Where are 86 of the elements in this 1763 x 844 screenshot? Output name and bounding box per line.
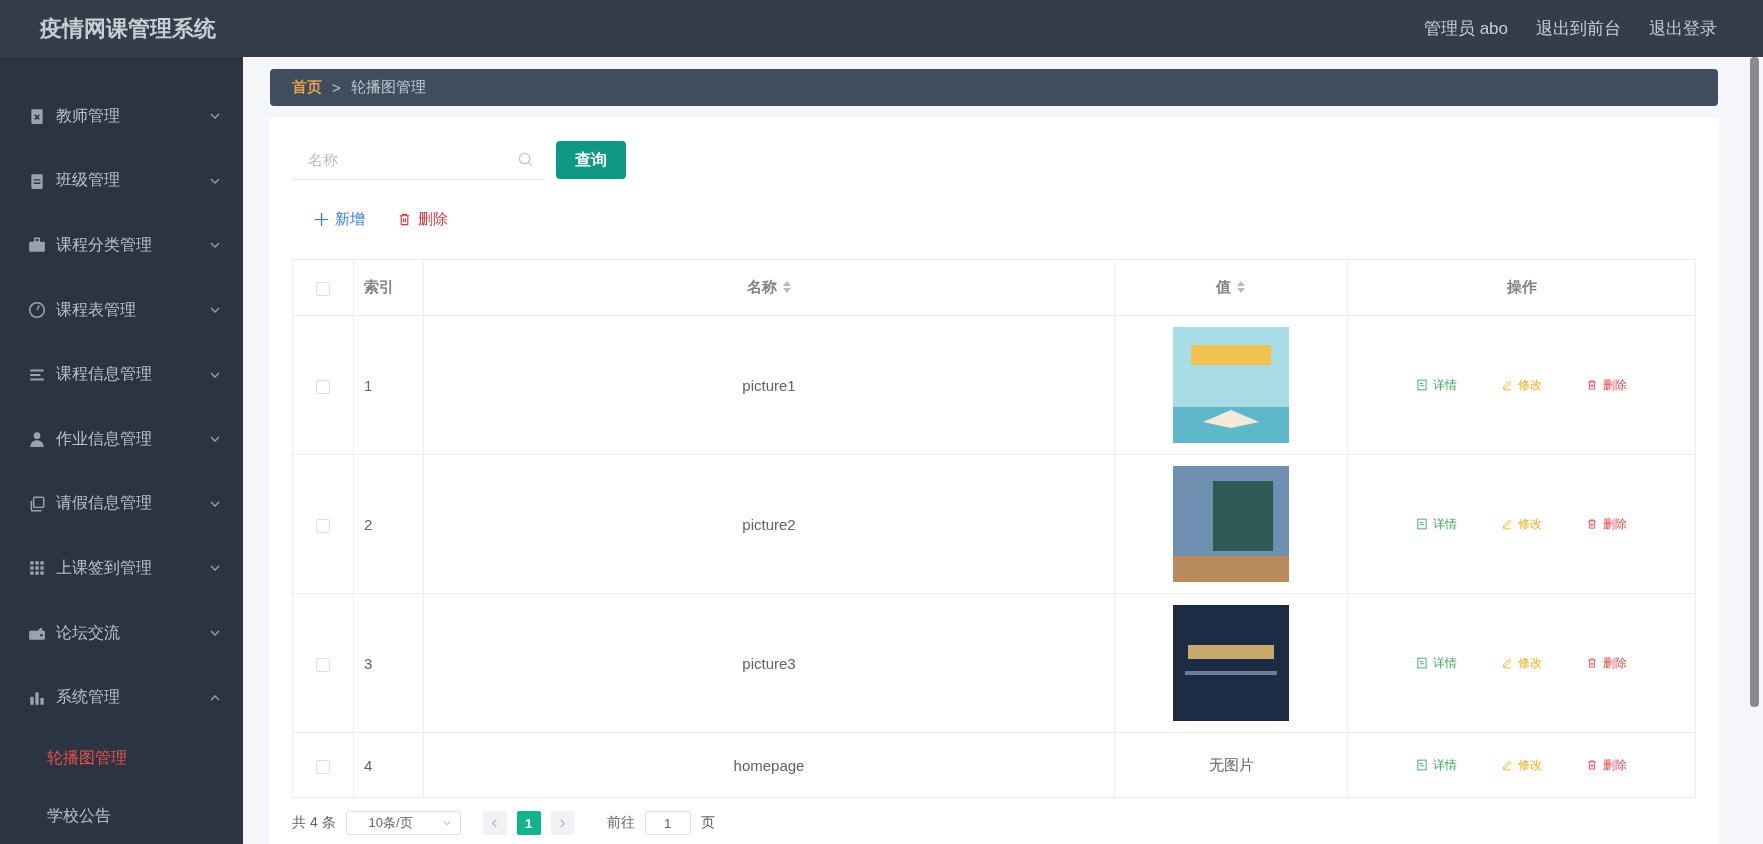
table-cell: 无图片 xyxy=(1208,755,1254,773)
table-cell: 3 xyxy=(364,654,373,672)
search-field[interactable]: 名称 xyxy=(292,140,545,180)
table-cell: 2 xyxy=(364,515,373,533)
breadcrumb-current: 轮播图管理 xyxy=(350,78,426,97)
trash-icon xyxy=(1586,759,1598,771)
goto-suffix: 页 xyxy=(700,814,715,832)
chevron-down-icon xyxy=(441,818,452,828)
pencil-icon xyxy=(1501,379,1513,391)
header-link[interactable]: 管理员 abo xyxy=(1423,17,1508,40)
table-cell: 4 xyxy=(364,756,373,774)
sidebar-item[interactable]: 课程信息管理 xyxy=(0,342,243,407)
column-header: 操作 xyxy=(1506,278,1537,295)
trash-icon xyxy=(1586,379,1598,391)
sort-icon[interactable] xyxy=(781,280,792,294)
sidebar-item[interactable]: 课程分类管理 xyxy=(0,213,243,278)
search-icon xyxy=(518,152,533,167)
total-count: 共 4 条 xyxy=(292,814,336,832)
sort-icon[interactable] xyxy=(1236,280,1246,294)
pencil-icon xyxy=(1501,759,1513,771)
sidebar-item[interactable]: 教师管理 xyxy=(0,84,243,149)
plus-icon xyxy=(314,212,329,227)
header-link[interactable]: 退出登录 xyxy=(1649,17,1717,40)
column-header: 索引 xyxy=(364,278,394,295)
copy-icon xyxy=(28,494,46,513)
query-button[interactable]: 查询 xyxy=(556,141,626,179)
document-icon xyxy=(1416,518,1428,530)
trash-icon xyxy=(1586,657,1598,669)
sidebar-item[interactable]: 上课签到管理 xyxy=(0,536,243,601)
page-button[interactable]: 1 xyxy=(516,811,541,835)
details-button[interactable]: 详情 xyxy=(1414,754,1459,776)
breadcrumb-separator: > xyxy=(332,79,341,96)
next-page-button[interactable] xyxy=(550,811,575,835)
prev-page-button[interactable] xyxy=(482,811,507,835)
table-cell: picture2 xyxy=(742,515,796,533)
row-checkbox[interactable] xyxy=(316,657,330,672)
details-button[interactable]: 详情 xyxy=(1414,652,1459,674)
pencil-icon xyxy=(1501,518,1513,530)
document-icon xyxy=(1416,759,1428,771)
trash-icon xyxy=(1586,518,1598,530)
delete-button[interactable]: 删除 xyxy=(1584,652,1629,674)
sidebar-item[interactable]: 作业信息管理 xyxy=(0,406,243,472)
document-icon xyxy=(1416,379,1428,391)
table-cell: picture1 xyxy=(742,376,796,394)
scrollbar[interactable] xyxy=(1750,57,1759,707)
row-checkbox[interactable] xyxy=(316,759,330,774)
app-title: 疫情网课管理系统 xyxy=(40,14,216,43)
row-checkbox[interactable] xyxy=(316,518,330,533)
clipboard-icon xyxy=(28,107,46,126)
gauge-icon xyxy=(28,301,46,320)
pencil-icon xyxy=(1501,657,1513,669)
delete-button[interactable]: 删除 xyxy=(1584,374,1629,396)
table-cell: homepage xyxy=(733,756,805,774)
breadcrumb-link[interactable]: 首页 xyxy=(292,78,322,97)
briefcase-icon xyxy=(28,236,46,255)
delete-button[interactable]: 删除 xyxy=(393,204,452,235)
sidebar-subitem[interactable]: 轮播图管理 xyxy=(0,729,243,788)
sidebar-subitem[interactable]: 学校公告 xyxy=(0,787,243,844)
goto-label: 前往 xyxy=(606,814,635,832)
delete-button[interactable]: 删除 xyxy=(1584,754,1629,776)
page-size-select[interactable]: 10条/页 xyxy=(345,811,461,835)
wallet-icon xyxy=(28,624,46,643)
chevron-left-icon xyxy=(490,818,500,828)
user-icon xyxy=(28,430,46,449)
details-button[interactable]: 详情 xyxy=(1414,513,1459,535)
trash-icon xyxy=(397,212,412,227)
table-cell: picture3 xyxy=(742,654,796,672)
chevron-right-icon xyxy=(558,818,568,828)
delete-button[interactable]: 删除 xyxy=(1584,513,1629,535)
clipboard-icon xyxy=(28,171,46,190)
select-all-checkbox[interactable] xyxy=(316,282,330,296)
sidebar-item[interactable]: 系统管理 xyxy=(0,665,243,730)
document-icon xyxy=(1416,657,1428,669)
column-header[interactable]: 名称 xyxy=(746,278,777,295)
row-checkbox[interactable] xyxy=(316,379,330,394)
sidebar-item[interactable]: 班级管理 xyxy=(0,148,243,214)
goto-page-field[interactable]: 1 xyxy=(644,811,691,835)
sidebar-item[interactable]: 请假信息管理 xyxy=(0,471,243,537)
header-link[interactable]: 退出到前台 xyxy=(1536,17,1621,40)
column-header[interactable]: 值 xyxy=(1216,278,1231,295)
add-button[interactable]: 新增 xyxy=(310,204,369,235)
details-button[interactable]: 详情 xyxy=(1414,374,1459,396)
sidebar-item[interactable]: 论坛交流 xyxy=(0,600,243,666)
grid-icon xyxy=(28,559,46,578)
sidebar-item[interactable]: 课程表管理 xyxy=(0,277,243,343)
table-cell: 1 xyxy=(364,376,373,394)
